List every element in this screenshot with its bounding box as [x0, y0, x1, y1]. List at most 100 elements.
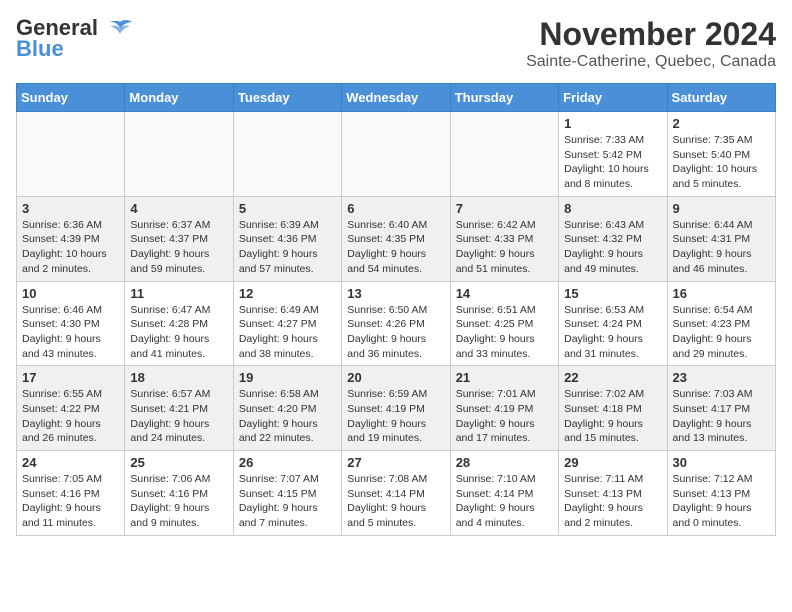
day-number: 2	[673, 116, 770, 131]
calendar-cell: 16 Sunrise: 6:54 AM Sunset: 4:23 PM Dayli…	[667, 281, 775, 366]
day-number: 1	[564, 116, 661, 131]
calendar-cell: 29 Sunrise: 7:11 AM Sunset: 4:13 PM Dayli…	[559, 451, 667, 536]
col-header-sunday: Sunday	[17, 84, 125, 112]
col-header-monday: Monday	[125, 84, 233, 112]
calendar-cell: 13Sunrise: 6:50 AM Sunset: 4:26 PM Dayli…	[342, 281, 450, 366]
header: General Blue November 2024 Sainte-Cather…	[16, 16, 776, 71]
day-info: Sunrise: 7:02 AM Sunset: 4:18 PM Dayligh…	[564, 387, 661, 446]
calendar-table: SundayMondayTuesdayWednesdayThursdayFrid…	[16, 83, 776, 536]
day-info: Sunrise: 7:33 AM Sunset: 5:42 PM Dayligh…	[564, 133, 661, 192]
week-row-5: 24 Sunrise: 7:05 AM Sunset: 4:16 PM Dayli…	[17, 451, 776, 536]
day-info: Sunrise: 6:43 AM Sunset: 4:32 PM Dayligh…	[564, 218, 661, 277]
col-header-wednesday: Wednesday	[342, 84, 450, 112]
day-info: Sunrise: 6:37 AM Sunset: 4:37 PM Dayligh…	[130, 218, 227, 277]
day-info: Sunrise: 6:58 AM Sunset: 4:20 PM Dayligh…	[239, 387, 336, 446]
calendar-cell	[17, 112, 125, 197]
day-info: Sunrise: 6:36 AM Sunset: 4:39 PM Dayligh…	[22, 218, 119, 277]
day-info: Sunrise: 6:40 AM Sunset: 4:35 PM Dayligh…	[347, 218, 444, 277]
calendar-cell: 18 Sunrise: 6:57 AM Sunset: 4:21 PM Dayli…	[125, 366, 233, 451]
logo: General Blue	[16, 16, 134, 62]
day-number: 24	[22, 455, 119, 470]
day-info: Sunrise: 6:54 AM Sunset: 4:23 PM Dayligh…	[673, 303, 770, 362]
calendar-cell	[125, 112, 233, 197]
calendar-cell: 23Sunrise: 7:03 AM Sunset: 4:17 PM Dayli…	[667, 366, 775, 451]
calendar-cell: 6 Sunrise: 6:40 AM Sunset: 4:35 PM Daylig…	[342, 196, 450, 281]
day-number: 29	[564, 455, 661, 470]
day-info: Sunrise: 6:57 AM Sunset: 4:21 PM Dayligh…	[130, 387, 227, 446]
day-info: Sunrise: 7:07 AM Sunset: 4:15 PM Dayligh…	[239, 472, 336, 531]
calendar-cell: 8Sunrise: 6:43 AM Sunset: 4:32 PM Daylig…	[559, 196, 667, 281]
calendar-cell: 9Sunrise: 6:44 AM Sunset: 4:31 PM Daylig…	[667, 196, 775, 281]
day-info: Sunrise: 6:39 AM Sunset: 4:36 PM Dayligh…	[239, 218, 336, 277]
calendar-cell	[342, 112, 450, 197]
col-header-friday: Friday	[559, 84, 667, 112]
calendar-cell: 17 Sunrise: 6:55 AM Sunset: 4:22 PM Dayli…	[17, 366, 125, 451]
day-info: Sunrise: 6:55 AM Sunset: 4:22 PM Dayligh…	[22, 387, 119, 446]
calendar-cell: 24 Sunrise: 7:05 AM Sunset: 4:16 PM Dayli…	[17, 451, 125, 536]
calendar-cell: 4 Sunrise: 6:37 AM Sunset: 4:37 PM Daylig…	[125, 196, 233, 281]
calendar-header-row: SundayMondayTuesdayWednesdayThursdayFrid…	[17, 84, 776, 112]
day-number: 28	[456, 455, 553, 470]
day-number: 14	[456, 286, 553, 301]
day-number: 5	[239, 201, 336, 216]
logo-bird-icon	[106, 18, 134, 40]
calendar-cell: 28 Sunrise: 7:10 AM Sunset: 4:14 PM Dayli…	[450, 451, 558, 536]
day-info: Sunrise: 7:08 AM Sunset: 4:14 PM Dayligh…	[347, 472, 444, 531]
day-number: 10	[22, 286, 119, 301]
day-info: Sunrise: 6:44 AM Sunset: 4:31 PM Dayligh…	[673, 218, 770, 277]
day-info: Sunrise: 6:53 AM Sunset: 4:24 PM Dayligh…	[564, 303, 661, 362]
calendar-cell: 1 Sunrise: 7:33 AM Sunset: 5:42 PM Daylig…	[559, 112, 667, 197]
day-number: 3	[22, 201, 119, 216]
calendar-cell: 15 Sunrise: 6:53 AM Sunset: 4:24 PM Dayli…	[559, 281, 667, 366]
day-number: 13	[347, 286, 444, 301]
day-number: 21	[456, 370, 553, 385]
day-number: 11	[130, 286, 227, 301]
calendar-cell: 7 Sunrise: 6:42 AM Sunset: 4:33 PM Daylig…	[450, 196, 558, 281]
logo-blue: Blue	[16, 36, 64, 62]
week-row-1: 1 Sunrise: 7:33 AM Sunset: 5:42 PM Daylig…	[17, 112, 776, 197]
day-number: 16	[673, 286, 770, 301]
day-number: 4	[130, 201, 227, 216]
day-info: Sunrise: 6:46 AM Sunset: 4:30 PM Dayligh…	[22, 303, 119, 362]
col-header-saturday: Saturday	[667, 84, 775, 112]
day-info: Sunrise: 6:47 AM Sunset: 4:28 PM Dayligh…	[130, 303, 227, 362]
day-number: 18	[130, 370, 227, 385]
calendar-cell: 20 Sunrise: 6:59 AM Sunset: 4:19 PM Dayli…	[342, 366, 450, 451]
day-info: Sunrise: 6:51 AM Sunset: 4:25 PM Dayligh…	[456, 303, 553, 362]
day-number: 15	[564, 286, 661, 301]
calendar-cell	[450, 112, 558, 197]
day-number: 25	[130, 455, 227, 470]
col-header-tuesday: Tuesday	[233, 84, 341, 112]
day-number: 7	[456, 201, 553, 216]
day-info: Sunrise: 6:59 AM Sunset: 4:19 PM Dayligh…	[347, 387, 444, 446]
day-info: Sunrise: 7:01 AM Sunset: 4:19 PM Dayligh…	[456, 387, 553, 446]
day-info: Sunrise: 6:42 AM Sunset: 4:33 PM Dayligh…	[456, 218, 553, 277]
day-number: 6	[347, 201, 444, 216]
day-number: 19	[239, 370, 336, 385]
day-number: 17	[22, 370, 119, 385]
day-info: Sunrise: 7:10 AM Sunset: 4:14 PM Dayligh…	[456, 472, 553, 531]
title-area: November 2024 Sainte-Catherine, Quebec, …	[526, 16, 776, 71]
week-row-3: 10 Sunrise: 6:46 AM Sunset: 4:30 PM Dayli…	[17, 281, 776, 366]
calendar-cell: 30Sunrise: 7:12 AM Sunset: 4:13 PM Dayli…	[667, 451, 775, 536]
calendar-cell: 10 Sunrise: 6:46 AM Sunset: 4:30 PM Dayli…	[17, 281, 125, 366]
day-number: 30	[673, 455, 770, 470]
calendar-cell: 14 Sunrise: 6:51 AM Sunset: 4:25 PM Dayli…	[450, 281, 558, 366]
day-number: 22	[564, 370, 661, 385]
week-row-4: 17 Sunrise: 6:55 AM Sunset: 4:22 PM Dayli…	[17, 366, 776, 451]
calendar-cell: 21 Sunrise: 7:01 AM Sunset: 4:19 PM Dayli…	[450, 366, 558, 451]
day-info: Sunrise: 7:11 AM Sunset: 4:13 PM Dayligh…	[564, 472, 661, 531]
calendar-cell	[233, 112, 341, 197]
day-info: Sunrise: 7:06 AM Sunset: 4:16 PM Dayligh…	[130, 472, 227, 531]
calendar-cell: 2Sunrise: 7:35 AM Sunset: 5:40 PM Daylig…	[667, 112, 775, 197]
week-row-2: 3 Sunrise: 6:36 AM Sunset: 4:39 PM Daylig…	[17, 196, 776, 281]
calendar-cell: 22 Sunrise: 7:02 AM Sunset: 4:18 PM Dayli…	[559, 366, 667, 451]
col-header-thursday: Thursday	[450, 84, 558, 112]
calendar-cell: 12Sunrise: 6:49 AM Sunset: 4:27 PM Dayli…	[233, 281, 341, 366]
location-title: Sainte-Catherine, Quebec, Canada	[526, 53, 776, 71]
day-info: Sunrise: 7:05 AM Sunset: 4:16 PM Dayligh…	[22, 472, 119, 531]
day-number: 27	[347, 455, 444, 470]
day-number: 20	[347, 370, 444, 385]
calendar-cell: 27 Sunrise: 7:08 AM Sunset: 4:14 PM Dayli…	[342, 451, 450, 536]
day-info: Sunrise: 7:03 AM Sunset: 4:17 PM Dayligh…	[673, 387, 770, 446]
